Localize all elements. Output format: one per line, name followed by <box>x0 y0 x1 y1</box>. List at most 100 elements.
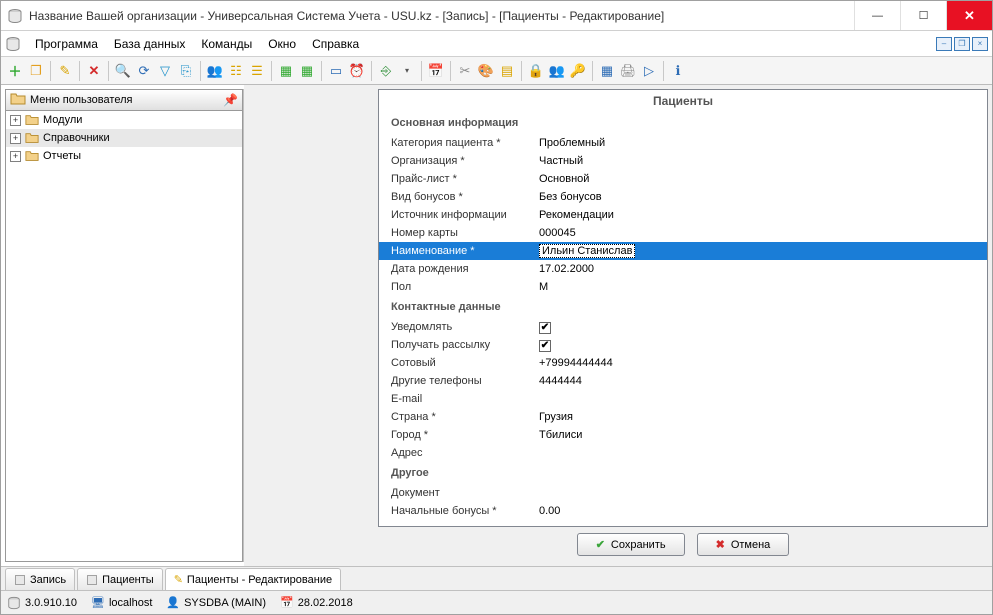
status-user: 👤 SYSDBA (MAIN) <box>166 596 266 609</box>
group-icon[interactable]: 👥 <box>205 61 225 81</box>
palette-icon[interactable]: 🎨 <box>476 61 496 81</box>
status-bar: 3.0.910.10 🖥 localhost 👤 SYSDBA (MAIN) 📅… <box>1 590 992 614</box>
pin-icon[interactable]: 📌 <box>223 93 238 107</box>
form-title: Пациенты <box>379 90 987 112</box>
cards-icon[interactable]: ▭ <box>326 61 346 81</box>
toolbar: ＋ ❐ ✎ ✕ 🔍 ⟳ ▽ ⎘ 👥 ☷ ☰ ▦ ▦ ▭ ⏰ ⎆ ▾ 📅 ✂ 🎨 … <box>1 57 992 85</box>
status-date: 📅 28.02.2018 <box>280 596 353 609</box>
row-bonus[interactable]: Вид бонусов *Без бонусов <box>379 188 987 206</box>
excel-out-icon[interactable]: ▦ <box>297 61 317 81</box>
window-title: Название Вашей организации - Универсальн… <box>29 9 854 23</box>
row-document[interactable]: Документ <box>379 484 987 502</box>
row-notify[interactable]: Уведомлять✔ <box>379 318 987 336</box>
row-card[interactable]: Номер карты000045 <box>379 224 987 242</box>
sidebar: Меню пользователя 📌 + Модули + Справочни… <box>5 89 244 562</box>
calendar-icon[interactable]: 📅 <box>426 61 446 81</box>
section-other: Другое <box>379 462 987 484</box>
menu-window[interactable]: Окно <box>260 34 304 54</box>
expand-icon[interactable]: + <box>10 151 21 162</box>
help-icon[interactable]: ℹ <box>668 61 688 81</box>
maximize-button[interactable]: ☐ <box>900 1 946 30</box>
key-icon[interactable]: 🔑 <box>568 61 588 81</box>
cancel-icon: ✖ <box>716 538 725 551</box>
row-city[interactable]: Город *Тбилиси <box>379 426 987 444</box>
form-scroll[interactable]: Основная информация Категория пациента *… <box>379 112 987 526</box>
section-contact: Контактные данные <box>379 296 987 318</box>
body: Меню пользователя 📌 + Модули + Справочни… <box>1 85 992 566</box>
tree-item-modules[interactable]: + Модули <box>6 111 242 129</box>
excel-in-icon[interactable]: ▦ <box>276 61 296 81</box>
mdi-close[interactable]: × <box>972 37 988 51</box>
row-phones[interactable]: Другие телефоны4444444 <box>379 372 987 390</box>
app-icon <box>7 8 23 24</box>
export-icon[interactable]: ⎘ <box>176 61 196 81</box>
notify-checkbox[interactable]: ✔ <box>539 322 551 334</box>
row-mobile[interactable]: Сотовый+79994444444 <box>379 354 987 372</box>
pencil-icon: ✎ <box>174 573 183 586</box>
folder-icon <box>10 91 26 110</box>
search-icon[interactable]: 🔍 <box>113 61 133 81</box>
tree-icon[interactable]: ☷ <box>226 61 246 81</box>
reminder-icon[interactable]: ⏰ <box>347 61 367 81</box>
users-icon[interactable]: 👥 <box>547 61 567 81</box>
row-price[interactable]: Прайс-лист *Основной <box>379 170 987 188</box>
mdi-minimize[interactable]: – <box>936 37 952 51</box>
tab-record[interactable]: Запись <box>5 568 75 590</box>
calendar-icon: 📅 <box>280 596 294 609</box>
menu-database[interactable]: База данных <box>106 34 193 54</box>
status-version: 3.0.910.10 <box>7 596 77 610</box>
row-dob[interactable]: Дата рождения17.02.2000 <box>379 260 987 278</box>
cancel-button[interactable]: ✖ Отмена <box>697 533 790 556</box>
save-button[interactable]: ✔ Сохранить <box>577 533 685 556</box>
tree-item-directories[interactable]: + Справочники <box>6 129 242 147</box>
menu-program[interactable]: Программа <box>27 34 106 54</box>
check-icon: ✔ <box>596 538 605 551</box>
list-icon[interactable]: ☰ <box>247 61 267 81</box>
row-start-bonus[interactable]: Начальные бонусы *0.00 <box>379 502 987 520</box>
row-country[interactable]: Страна *Грузия <box>379 408 987 426</box>
menu-commands[interactable]: Команды <box>193 34 260 54</box>
nav-tree: + Модули + Справочники + Отчеты <box>5 111 243 562</box>
tab-patients[interactable]: Пациенты <box>77 568 163 590</box>
close-button[interactable]: ✕ <box>946 1 992 30</box>
row-sex[interactable]: ПолМ <box>379 278 987 296</box>
minimize-button[interactable]: — <box>854 1 900 30</box>
copy-icon[interactable]: ❐ <box>26 61 46 81</box>
filter-icon[interactable]: ▽ <box>155 61 175 81</box>
row-email[interactable]: E-mail <box>379 390 987 408</box>
refresh-icon[interactable]: ⟳ <box>134 61 154 81</box>
row-category[interactable]: Категория пациента *Проблемный <box>379 134 987 152</box>
main-area: Пациенты Основная информация Категория п… <box>244 85 992 566</box>
row-name[interactable]: Наименование *Ильин Станислав <box>379 242 987 260</box>
tools-icon[interactable]: ✂ <box>455 61 475 81</box>
tree-label: Справочники <box>43 132 110 144</box>
row-org[interactable]: Организация *Частный <box>379 152 987 170</box>
add-icon[interactable]: ＋ <box>5 61 25 81</box>
tree-item-reports[interactable]: + Отчеты <box>6 147 242 165</box>
expand-icon[interactable]: + <box>10 115 21 126</box>
status-host: 🖥 localhost <box>91 596 152 609</box>
play-icon[interactable]: ▷ <box>639 61 659 81</box>
tree-label: Модули <box>43 114 82 126</box>
grid-icon[interactable]: ▦ <box>597 61 617 81</box>
mdi-restore[interactable]: ❐ <box>954 37 970 51</box>
edit-icon[interactable]: ✎ <box>55 61 75 81</box>
exit-icon[interactable]: ⎆ <box>376 61 396 81</box>
delete-icon[interactable]: ✕ <box>84 61 104 81</box>
name-input[interactable]: Ильин Станислав <box>539 244 635 258</box>
subscribe-checkbox[interactable]: ✔ <box>539 340 551 352</box>
row-subscribe[interactable]: Получать рассылку✔ <box>379 336 987 354</box>
server-icon: 🖥 <box>91 596 105 609</box>
lock-icon[interactable]: 🔒 <box>526 61 546 81</box>
note-icon[interactable]: ▤ <box>497 61 517 81</box>
user-icon: 👤 <box>166 596 180 609</box>
menu-help[interactable]: Справка <box>304 34 367 54</box>
tab-patients-edit[interactable]: ✎ Пациенты - Редактирование <box>165 568 341 590</box>
action-buttons: ✔ Сохранить ✖ Отмена <box>378 527 988 562</box>
expand-icon[interactable]: + <box>10 133 21 144</box>
print-icon[interactable]: 🖨 <box>618 61 638 81</box>
exit-dropdown-icon[interactable]: ▾ <box>397 61 417 81</box>
sidebar-header: Меню пользователя 📌 <box>5 89 243 111</box>
row-address[interactable]: Адрес <box>379 444 987 462</box>
row-source[interactable]: Источник информацииРекомендации <box>379 206 987 224</box>
